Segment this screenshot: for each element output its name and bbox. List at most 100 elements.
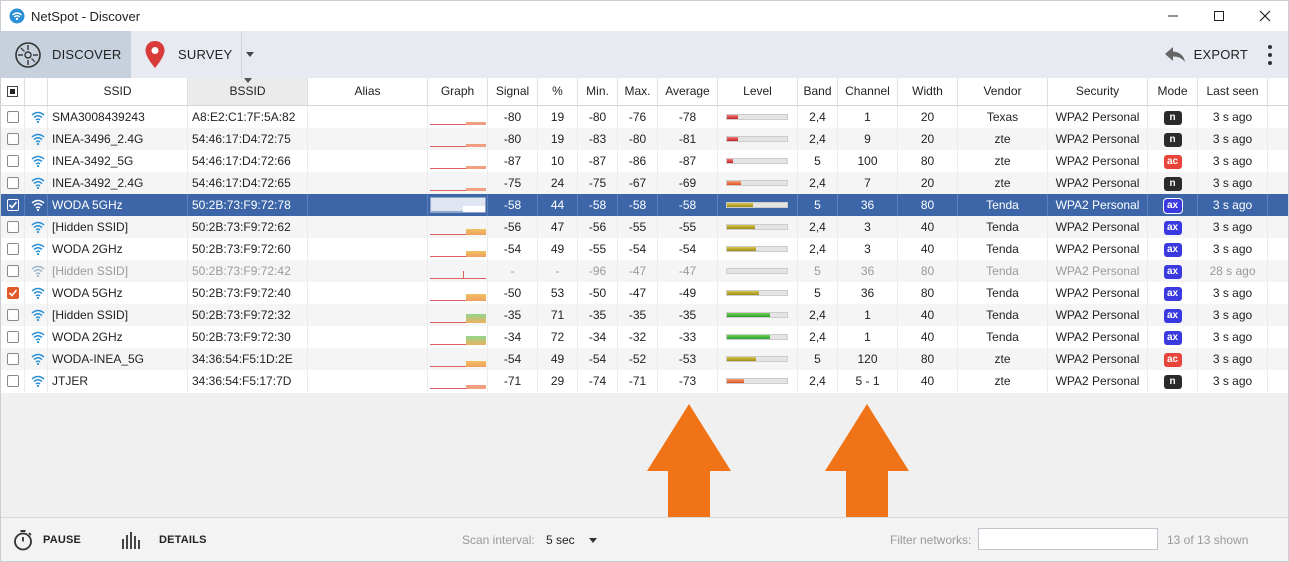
details-button[interactable]: DETAILS	[121, 518, 207, 561]
alias-cell	[308, 216, 428, 238]
table-row[interactable]: WODA 2GHz 50:2B:73:F9:72:30 -34 72 -34 -32 -33…	[1, 326, 1288, 348]
table-row[interactable]: INEA-3492_2.4G 54:46:17:D4:72:65 -75 24 -75-…	[1, 172, 1288, 194]
bssid-cell: 50:2B:73:F9:72:60	[188, 238, 308, 260]
header-bssid[interactable]: BSSID	[188, 78, 308, 105]
close-icon	[1259, 10, 1271, 22]
bssid-cell: 50:2B:73:F9:72:40	[188, 282, 308, 304]
ssid-cell: INEA-3492_2.4G	[48, 172, 188, 194]
wifi-signal-icon	[25, 128, 48, 150]
signal-graph	[428, 128, 488, 150]
security-cell: WPA2 Personal	[1048, 238, 1148, 260]
band-cell: 2,4	[798, 238, 838, 260]
percent-cell: 24	[538, 172, 578, 194]
mode-badge: ax	[1162, 197, 1183, 214]
header-width[interactable]: Width	[898, 78, 958, 105]
row-checkbox[interactable]	[1, 238, 25, 260]
alias-cell	[308, 260, 428, 282]
header-channel[interactable]: Channel	[838, 78, 898, 105]
band-cell: 2,4	[798, 370, 838, 392]
survey-dropdown-button[interactable]	[241, 31, 258, 78]
min-cell: -75	[578, 172, 618, 194]
filter-networks-input[interactable]	[978, 528, 1158, 550]
table-row[interactable]: INEA-3492_5G 54:46:17:D4:72:66 -87 10 -87 -86…	[1, 150, 1288, 172]
signal-cell: -54	[488, 238, 538, 260]
header-vendor[interactable]: Vendor	[958, 78, 1048, 105]
close-button[interactable]	[1242, 1, 1288, 31]
header-mode[interactable]: Mode	[1148, 78, 1198, 105]
maximize-button[interactable]	[1196, 1, 1242, 31]
header-signal[interactable]: Signal	[488, 78, 538, 105]
survey-button[interactable]: SURVEY	[132, 31, 240, 78]
header-graph[interactable]: Graph	[428, 78, 488, 105]
header-min[interactable]: Min.	[578, 78, 618, 105]
row-checkbox[interactable]	[1, 106, 25, 128]
row-checkbox[interactable]	[1, 216, 25, 238]
vendor-cell: zte	[958, 172, 1048, 194]
security-cell: WPA2 Personal	[1048, 128, 1148, 150]
row-checkbox[interactable]	[1, 348, 25, 370]
signal-graph	[428, 194, 488, 216]
header-last-seen[interactable]: Last seen	[1198, 78, 1268, 105]
minimize-button[interactable]	[1150, 1, 1196, 31]
table-row[interactable]: [Hidden SSID] 50:2B:73:F9:72:62 -56 47 -56 -5…	[1, 216, 1288, 238]
table-row[interactable]: WODA 5GHz 50:2B:73:F9:72:40 -50 53 -50 -47 -49…	[1, 282, 1288, 304]
signal-graph	[428, 150, 488, 172]
export-button[interactable]: EXPORT	[1164, 31, 1248, 78]
row-checkbox[interactable]	[1, 194, 25, 216]
bssid-cell: 50:2B:73:F9:72:78	[188, 194, 308, 216]
level-bar	[718, 128, 798, 150]
more-options-button[interactable]	[1262, 45, 1278, 65]
max-cell: -52	[618, 348, 658, 370]
signal-cell: -71	[488, 370, 538, 392]
header-band[interactable]: Band	[798, 78, 838, 105]
ssid-cell: SMA3008439243	[48, 106, 188, 128]
row-checkbox[interactable]	[1, 326, 25, 348]
discover-button[interactable]: DISCOVER	[1, 31, 131, 78]
row-checkbox[interactable]	[1, 260, 25, 282]
table-row[interactable]: [Hidden SSID] 50:2B:73:F9:72:32 -35 71 -35 -3…	[1, 304, 1288, 326]
header-ssid[interactable]: SSID	[48, 78, 188, 105]
table-row[interactable]: INEA-3496_2.4G 54:46:17:D4:72:75 -80 19 -83-…	[1, 128, 1288, 150]
header-level[interactable]: Level	[718, 78, 798, 105]
width-cell: 20	[898, 106, 958, 128]
caret-down-icon	[246, 52, 254, 57]
row-checkbox[interactable]	[1, 282, 25, 304]
header-security[interactable]: Security	[1048, 78, 1148, 105]
row-checkbox[interactable]	[1, 370, 25, 392]
row-checkbox[interactable]	[1, 172, 25, 194]
security-cell: WPA2 Personal	[1048, 260, 1148, 282]
security-cell: WPA2 Personal	[1048, 370, 1148, 392]
header-average[interactable]: Average	[658, 78, 718, 105]
channel-cell: 7	[838, 172, 898, 194]
min-cell: -87	[578, 150, 618, 172]
header-alias[interactable]: Alias	[308, 78, 428, 105]
width-cell: 40	[898, 370, 958, 392]
band-cell: 2,4	[798, 304, 838, 326]
max-cell: -54	[618, 238, 658, 260]
average-cell: -33	[658, 326, 718, 348]
header-percent[interactable]: %	[538, 78, 578, 105]
ssid-cell: WODA 5GHz	[48, 194, 188, 216]
table-row[interactable]: WODA-INEA_5G 34:36:54:F5:1D:2E -54 49 -54 -52…	[1, 348, 1288, 370]
pause-button[interactable]: PAUSE	[13, 518, 81, 561]
table-row[interactable]: JTJER 34:36:54:F5:17:7D -71 29 -74 -71 -73 2,4 5…	[1, 370, 1288, 392]
table-row[interactable]: WODA 5GHz 50:2B:73:F9:72:78 -58 44 -58 -58 -58…	[1, 194, 1288, 216]
level-bar	[718, 370, 798, 392]
alias-cell	[308, 370, 428, 392]
alias-cell	[308, 128, 428, 150]
scan-interval-select[interactable]: 5 sec	[546, 518, 597, 561]
mode-badge-cell: ac	[1148, 348, 1198, 370]
wifi-signal-icon	[25, 348, 48, 370]
last-seen-cell: 3 s ago	[1198, 150, 1268, 172]
max-cell: -80	[618, 128, 658, 150]
table-row[interactable]: SMA3008439243 A8:E2:C1:7F:5A:82 -80 19 -80 -7…	[1, 106, 1288, 128]
header-max[interactable]: Max.	[618, 78, 658, 105]
row-checkbox[interactable]	[1, 304, 25, 326]
table-row[interactable]: [Hidden SSID] 50:2B:73:F9:72:42- - -96 -47 -4…	[1, 260, 1288, 282]
table-row[interactable]: WODA 2GHz 50:2B:73:F9:72:60 -54 49 -55 -54 -54…	[1, 238, 1288, 260]
app-window: NetSpot - Discover DISCOVER SURVEY EXPOR…	[0, 0, 1289, 562]
row-checkbox[interactable]	[1, 128, 25, 150]
row-checkbox[interactable]	[1, 150, 25, 172]
select-all-checkbox[interactable]	[1, 78, 25, 105]
width-cell: 80	[898, 150, 958, 172]
